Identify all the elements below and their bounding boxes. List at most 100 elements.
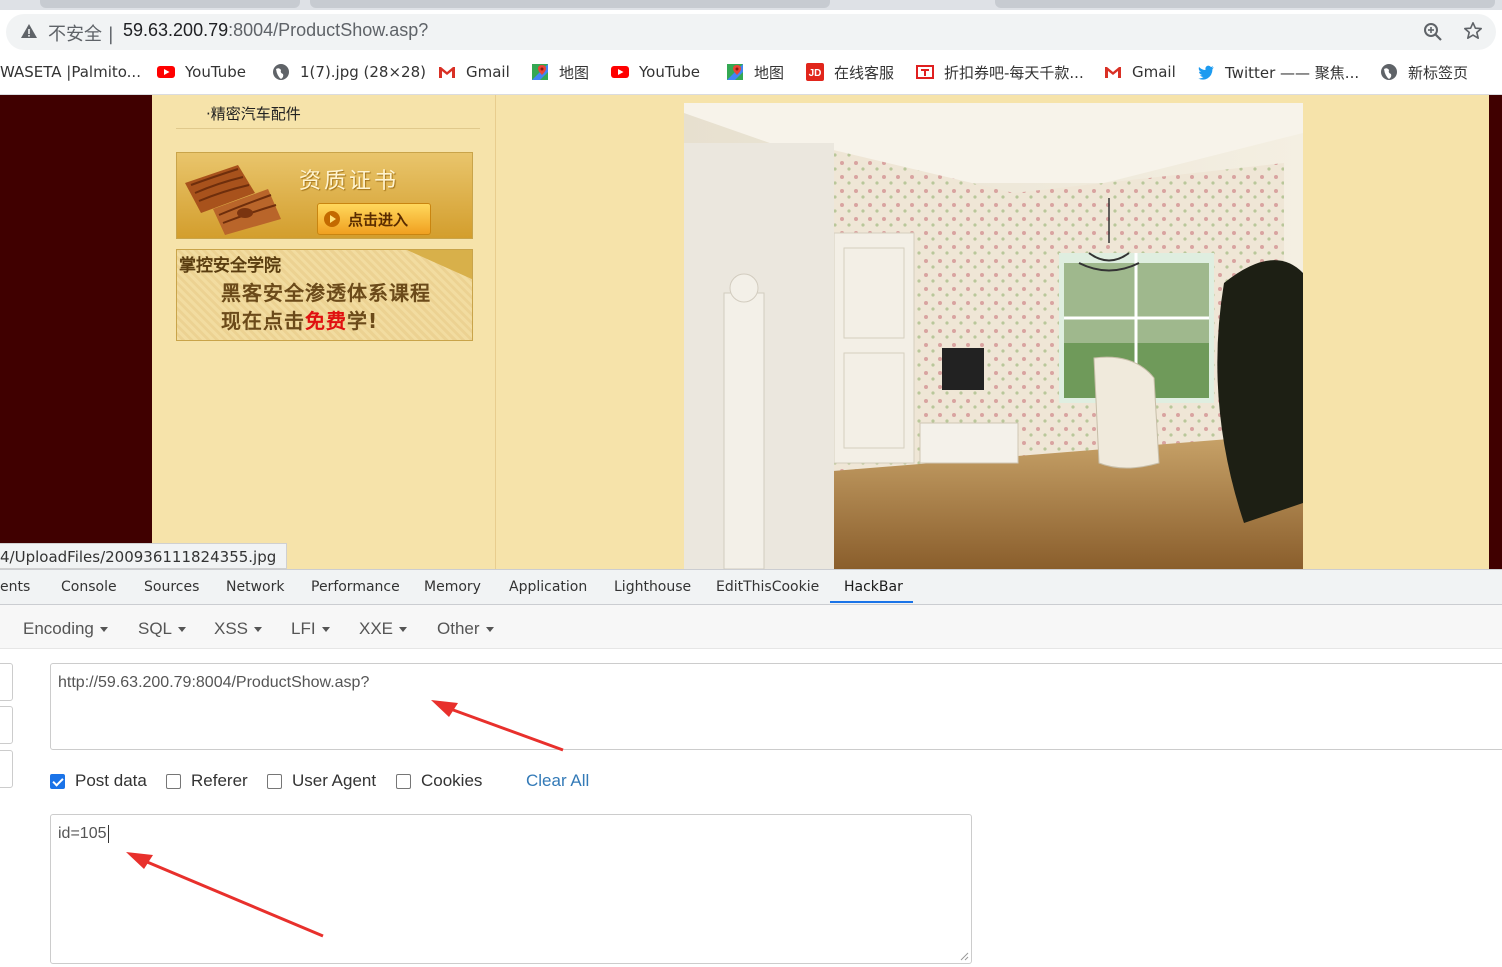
zoom-icon[interactable] bbox=[1423, 22, 1443, 42]
tab-editthiscookie[interactable]: EditThisCookie bbox=[716, 570, 819, 604]
youtube-icon bbox=[157, 66, 175, 78]
post-data-textarea[interactable]: id=105 bbox=[50, 814, 972, 964]
menu-label: XXE bbox=[359, 619, 394, 638]
url-textarea-value: http://59.63.200.79:8004/ProductShow.asp… bbox=[58, 674, 370, 691]
product-photo[interactable] bbox=[684, 103, 1303, 569]
bookmark-youtube-2[interactable]: YouTube bbox=[611, 57, 700, 87]
bookmark-maps-2[interactable]: 地图 bbox=[726, 57, 784, 87]
globe-icon bbox=[1381, 64, 1397, 80]
execute-button[interactable] bbox=[0, 750, 13, 788]
tab-elements[interactable]: ents bbox=[0, 570, 30, 604]
bookmark-label: 地图 bbox=[754, 63, 785, 82]
tab-memory[interactable]: Memory bbox=[424, 570, 481, 604]
tab-application[interactable]: Application bbox=[509, 570, 587, 604]
bookmark-twitter[interactable]: Twitter —— 聚焦... bbox=[1197, 57, 1359, 87]
resize-handle-icon[interactable] bbox=[959, 951, 969, 961]
academy-cta-text: 现在点击免费学! bbox=[221, 305, 378, 334]
bookmark-youtube[interactable]: YouTube bbox=[157, 57, 246, 87]
cookies-checkbox[interactable] bbox=[396, 774, 411, 789]
twitter-icon bbox=[1198, 65, 1214, 80]
post-data-label[interactable]: Post data bbox=[75, 771, 147, 791]
tab-sources[interactable]: Sources bbox=[144, 570, 199, 604]
not-secure-label: 不安全 | bbox=[48, 24, 114, 45]
bookmark-label: 折扣券吧-每天千款... bbox=[944, 63, 1084, 82]
bookmark-label: WASETA |Palmito... bbox=[0, 63, 141, 81]
browser-tab[interactable] bbox=[40, 0, 300, 8]
encoding-menu[interactable]: Encoding bbox=[23, 619, 108, 639]
tab-hackbar[interactable]: HackBar bbox=[844, 570, 903, 604]
wood-texture-image bbox=[185, 165, 281, 235]
devtools-tab-bar: ents Console Sources Network Performance… bbox=[0, 569, 1502, 605]
play-icon bbox=[324, 211, 340, 227]
not-secure-warning-icon[interactable] bbox=[20, 22, 38, 40]
lfi-menu[interactable]: LFI bbox=[291, 619, 330, 639]
url-host: 59.63.200.79 bbox=[123, 20, 229, 40]
bookmark-waseta[interactable]: WASETA |Palmito... bbox=[0, 57, 141, 87]
xxe-menu[interactable]: XXE bbox=[359, 619, 408, 639]
bookmark-coupon[interactable]: 折扣券吧-每天千款... bbox=[916, 57, 1084, 87]
coupon-icon bbox=[916, 65, 934, 79]
certificate-title: 资质证书 bbox=[299, 169, 400, 194]
hackbar-toolbar: Encoding SQL XSS LFI XXE Other bbox=[0, 605, 1502, 649]
bookmark-label: Gmail bbox=[466, 63, 510, 81]
xss-menu[interactable]: XSS bbox=[214, 619, 263, 639]
url-textarea[interactable]: http://59.63.200.79:8004/ProductShow.asp… bbox=[50, 663, 1502, 750]
bookmark-new-tab[interactable]: 新标签页 bbox=[1380, 57, 1468, 87]
bookmarks-bar: WASETA |Palmito... YouTube 1(7).jpg (28×… bbox=[0, 57, 1502, 89]
tab-console[interactable]: Console bbox=[61, 570, 117, 604]
text-cursor bbox=[107, 825, 109, 843]
certificate-banner[interactable]: 资质证书 点击进入 bbox=[176, 152, 473, 239]
other-menu[interactable]: Other bbox=[437, 619, 494, 639]
url-path: :8004/ProductShow.asp? bbox=[228, 20, 429, 40]
referer-label[interactable]: Referer bbox=[191, 771, 248, 791]
cookies-label[interactable]: Cookies bbox=[421, 771, 482, 791]
category-underline bbox=[176, 128, 480, 129]
globe-icon bbox=[273, 64, 289, 80]
cta-free: 免费 bbox=[305, 309, 347, 333]
user-agent-checkbox[interactable] bbox=[267, 774, 282, 789]
menu-label: Other bbox=[437, 619, 480, 638]
menu-label: SQL bbox=[138, 619, 173, 638]
bookmark-jd-service[interactable]: JD 在线客服 bbox=[806, 57, 894, 87]
bookmark-gmail-2[interactable]: Gmail bbox=[1104, 57, 1176, 87]
bookmark-image[interactable]: 1(7).jpg (28×28) bbox=[272, 57, 426, 87]
load-url-button[interactable] bbox=[0, 663, 13, 701]
clear-all-link[interactable]: Clear All bbox=[526, 771, 589, 791]
category-link[interactable]: ·精密汽车配件 bbox=[206, 103, 301, 124]
enter-button-label: 点击进入 bbox=[348, 210, 409, 229]
status-bar-url: 4/UploadFiles/200936111824355.jpg bbox=[0, 543, 288, 569]
caret-down-icon bbox=[399, 627, 408, 633]
bookmark-label: Gmail bbox=[1132, 63, 1176, 81]
tab-network[interactable]: Network bbox=[226, 570, 284, 604]
caret-down-icon bbox=[178, 627, 187, 633]
post-data-checkbox[interactable] bbox=[50, 774, 65, 789]
tab-lighthouse[interactable]: Lighthouse bbox=[614, 570, 691, 604]
menu-label: Encoding bbox=[23, 619, 94, 638]
bookmark-star-icon[interactable] bbox=[1463, 21, 1483, 41]
cta-suffix: 学! bbox=[347, 309, 379, 333]
tab-performance[interactable]: Performance bbox=[311, 570, 400, 604]
enter-button[interactable]: 点击进入 bbox=[317, 203, 431, 235]
academy-ad-banner[interactable]: 掌控安全学院 黑客安全渗透体系课程 现在点击免费学! bbox=[176, 249, 473, 341]
user-agent-label[interactable]: User Agent bbox=[292, 771, 376, 791]
caret-down-icon bbox=[254, 627, 263, 633]
bookmark-gmail[interactable]: Gmail bbox=[438, 57, 510, 87]
gmail-icon bbox=[439, 67, 455, 78]
menu-label: XSS bbox=[214, 619, 249, 638]
academy-course-text: 黑客安全渗透体系课程 bbox=[221, 281, 431, 305]
active-tab-indicator bbox=[830, 601, 913, 603]
bookmark-maps[interactable]: 地图 bbox=[531, 57, 589, 87]
caret-down-icon bbox=[485, 627, 494, 633]
split-url-button[interactable] bbox=[0, 706, 13, 744]
address-url[interactable]: 59.63.200.79:8004/ProductShow.asp? bbox=[123, 20, 428, 41]
cta-prefix: 现在点击 bbox=[221, 309, 305, 333]
bookmark-label: YouTube bbox=[185, 63, 246, 81]
sidebar-divider bbox=[495, 95, 496, 569]
browser-tab[interactable] bbox=[310, 0, 830, 8]
maps-icon bbox=[532, 64, 548, 80]
svg-text:JD: JD bbox=[809, 68, 822, 79]
referer-checkbox[interactable] bbox=[166, 774, 181, 789]
bookmark-label: 新标签页 bbox=[1408, 63, 1469, 82]
browser-tab[interactable] bbox=[995, 0, 1495, 8]
sql-menu[interactable]: SQL bbox=[138, 619, 187, 639]
